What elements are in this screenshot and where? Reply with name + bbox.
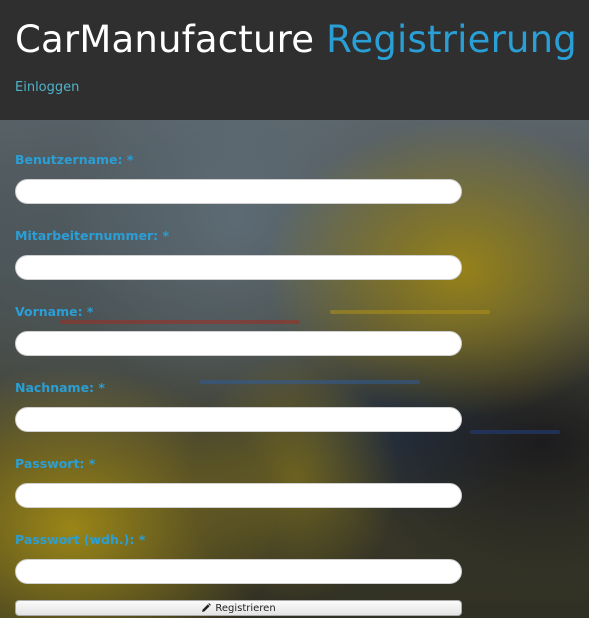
- last-name-input[interactable]: [15, 407, 462, 432]
- login-link[interactable]: Einloggen: [15, 80, 79, 95]
- username-label: Benutzername: *: [15, 152, 134, 167]
- first-name-label: Vorname: *: [15, 304, 94, 319]
- last-name-label: Nachname: *: [15, 380, 105, 395]
- registration-form: Benutzername: * Mitarbeiternummer: * Vor…: [0, 120, 589, 618]
- employee-number-input[interactable]: [15, 255, 462, 280]
- register-button-label: Registrieren: [215, 602, 276, 614]
- page-header: CarManufacture Registrierung Einloggen: [0, 0, 589, 120]
- password-repeat-label: Passwort (wdh.): *: [15, 532, 146, 547]
- username-input[interactable]: [15, 179, 462, 204]
- password-label: Passwort: *: [15, 456, 96, 471]
- pencil-icon: [201, 603, 212, 613]
- password-input[interactable]: [15, 483, 462, 508]
- password-repeat-input[interactable]: [15, 559, 462, 584]
- page-title-accent: Registrierung: [326, 18, 577, 61]
- page-title-main: CarManufacture: [15, 18, 315, 61]
- first-name-input[interactable]: [15, 331, 462, 356]
- register-button[interactable]: Registrieren: [15, 600, 462, 616]
- employee-number-label: Mitarbeiternummer: *: [15, 228, 170, 243]
- page-title: CarManufacture Registrierung: [15, 18, 577, 62]
